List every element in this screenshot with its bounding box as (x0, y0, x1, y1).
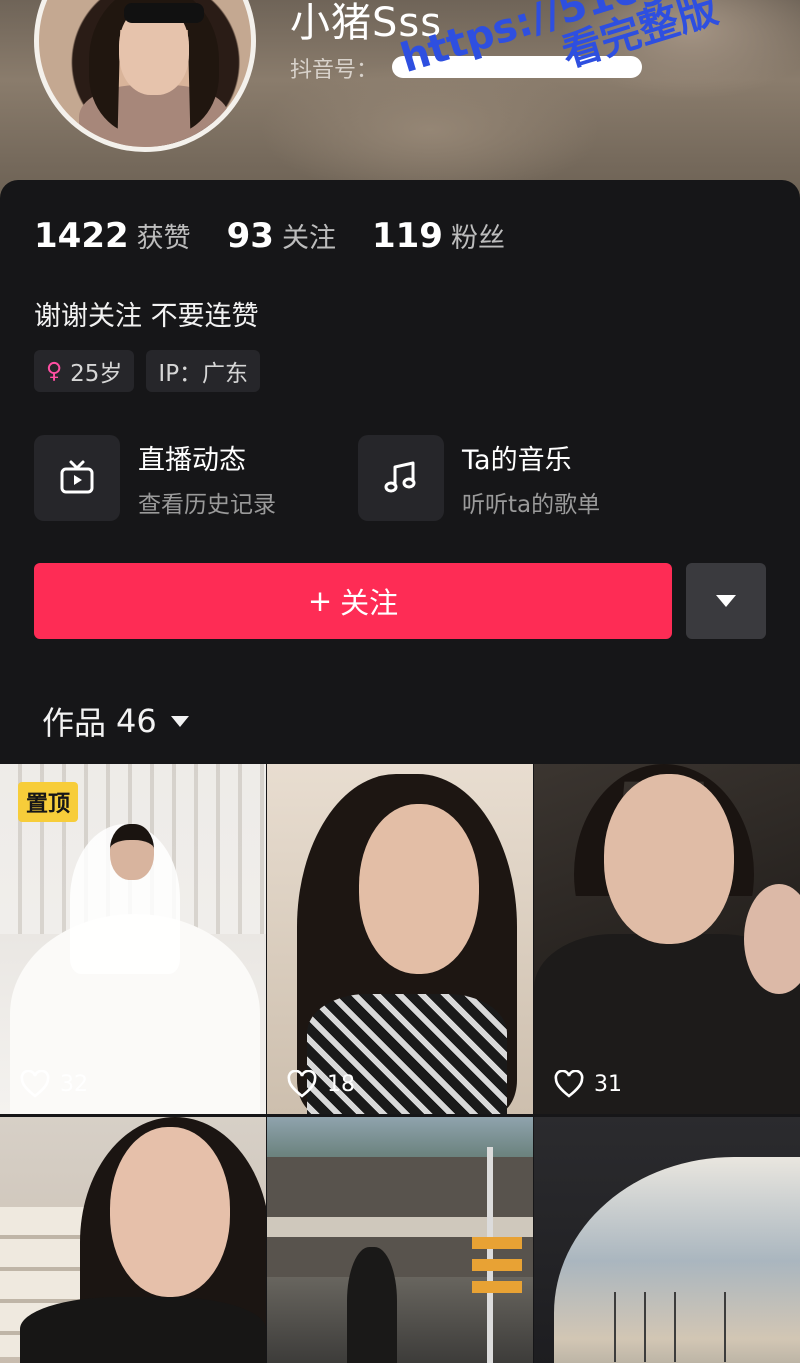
video-thumbnail[interactable] (0, 1117, 266, 1363)
like-number: 31 (594, 1071, 622, 1097)
like-number: 18 (327, 1071, 355, 1097)
heart-icon (20, 1070, 50, 1098)
stat-likes[interactable]: 1422 获赞 (34, 216, 191, 256)
works-grid: 置顶 32 18 31 (0, 764, 800, 1363)
music-note-icon (358, 435, 444, 521)
avatar[interactable] (34, 0, 256, 152)
video-thumbnail[interactable]: 置顶 32 (0, 764, 266, 1114)
age-tag: ♀ 25岁 (34, 350, 135, 392)
profile-card: 1422 获赞 93 关注 119 粉丝 谢谢关注 不要连赞 ♀ 25岁 IP：… (0, 180, 800, 1363)
like-count: 18 (287, 1070, 355, 1098)
female-icon: ♀ (46, 358, 63, 384)
age-label: 25岁 (70, 361, 123, 387)
stat-label: 关注 (281, 223, 336, 254)
ip-tag: IP：广东 (146, 350, 261, 392)
pinned-badge: 置顶 (18, 782, 79, 822)
music-title: Ta的音乐 (462, 444, 572, 476)
caret-down-icon (170, 715, 189, 727)
video-thumbnail[interactable]: 18 (267, 764, 533, 1114)
works-label: 作品 (42, 704, 107, 742)
heart-icon (554, 1070, 584, 1098)
like-count: 31 (554, 1070, 622, 1098)
tab-works[interactable]: 作品 46 (42, 698, 189, 744)
stat-number: 93 (226, 216, 274, 256)
ip-label: IP：广东 (158, 361, 249, 387)
live-subtitle: 查看历史记录 (138, 491, 276, 518)
stat-followers[interactable]: 119 粉丝 (372, 216, 505, 256)
profile-tags: ♀ 25岁 IP：广东 (34, 350, 261, 392)
live-title: 直播动态 (138, 444, 246, 476)
stat-number: 119 (371, 216, 443, 256)
music-entry[interactable]: Ta的音乐 听听ta的歌单 (358, 435, 600, 521)
stat-following[interactable]: 93 关注 (227, 216, 336, 256)
live-history-entry[interactable]: 直播动态 查看历史记录 (34, 435, 276, 521)
follow-button[interactable]: + 关注 (34, 563, 672, 639)
stat-number: 1422 (34, 216, 129, 256)
video-thumbnail[interactable] (534, 1117, 800, 1363)
live-tv-icon (34, 435, 120, 521)
douyin-id-label: 抖音号： (290, 58, 379, 83)
works-count: 46 (116, 702, 157, 740)
chevron-down-icon (716, 595, 736, 607)
video-thumbnail[interactable]: 31 (534, 764, 800, 1114)
more-options-button[interactable] (686, 563, 766, 639)
bio-text: 谢谢关注 不要连赞 (34, 301, 259, 332)
plus-icon: + (307, 584, 333, 618)
like-number: 32 (60, 1071, 88, 1097)
stat-label: 粉丝 (450, 223, 505, 254)
heart-icon (287, 1070, 317, 1098)
stats-row: 1422 获赞 93 关注 119 粉丝 (34, 216, 505, 256)
like-count: 32 (20, 1070, 88, 1098)
stat-label: 获赞 (136, 223, 191, 254)
follow-label: 关注 (340, 586, 399, 620)
music-subtitle: 听听ta的歌单 (462, 491, 601, 518)
video-thumbnail[interactable] (267, 1117, 533, 1363)
